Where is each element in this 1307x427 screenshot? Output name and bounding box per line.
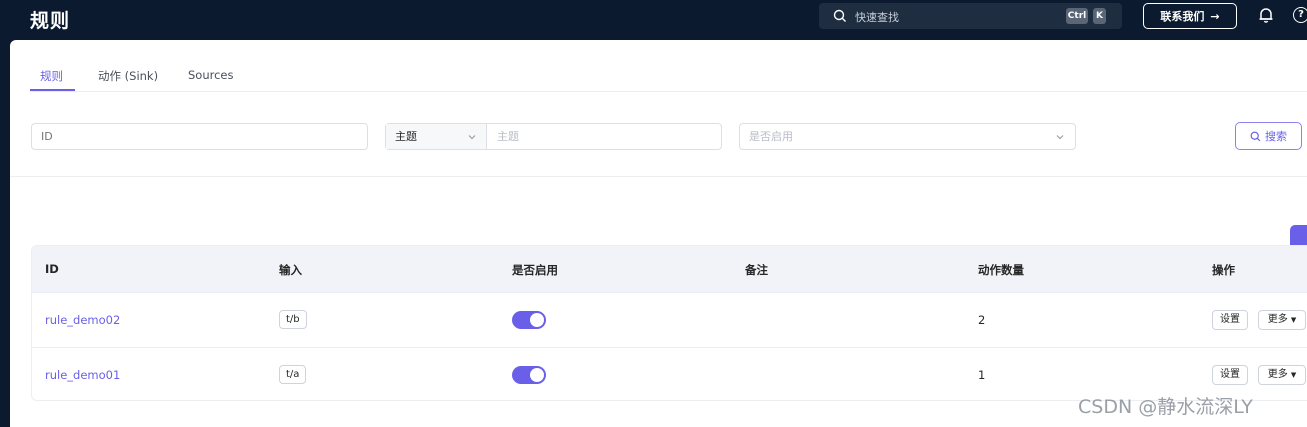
tab-bar: 规则 动作 (Sink) Sources: [30, 66, 1307, 92]
global-search[interactable]: 快速查找 Ctrl K: [819, 3, 1122, 29]
search-icon: [833, 9, 846, 22]
column-header-note: 备注: [745, 263, 768, 277]
more-label: 更多: [1267, 369, 1288, 380]
input-topic-tag: t/a: [279, 365, 307, 384]
id-filter-input[interactable]: [31, 123, 368, 150]
shortcut-ctrl-key: Ctrl: [1066, 8, 1088, 24]
search-button-label: 搜索: [1265, 130, 1287, 143]
chevron-down-icon: [1056, 135, 1064, 140]
column-header-operations: 操作: [1212, 263, 1235, 277]
rule-id-link[interactable]: rule_demo02: [45, 313, 120, 327]
table-row: rule_demo02 t/b 2 设置 更多 ▼: [32, 292, 1307, 347]
enabled-toggle[interactable]: [512, 366, 546, 384]
caret-down-icon: ▼: [1290, 371, 1297, 379]
arrow-right-icon: →: [1210, 9, 1220, 23]
toggle-knob: [530, 313, 544, 327]
search-placeholder: 快速查找: [855, 11, 899, 24]
search-button[interactable]: 搜索: [1235, 122, 1302, 150]
tab-rules[interactable]: 规则: [40, 68, 63, 84]
settings-button[interactable]: 设置: [1212, 365, 1248, 385]
main-card: 规则 动作 (Sink) Sources 主题 主题 是否启用 搜索 ID: [10, 40, 1307, 427]
bell-icon[interactable]: [1257, 6, 1275, 24]
help-icon[interactable]: ?: [1293, 7, 1307, 23]
column-header-input: 输入: [279, 263, 302, 277]
contact-us-label: 联系我们: [1160, 10, 1205, 23]
table-header: ID 输入 是否启用 备注 动作数量 操作: [32, 246, 1307, 292]
rules-table: ID 输入 是否启用 备注 动作数量 操作 rule_demo02 t/b 2 …: [31, 245, 1307, 401]
enabled-filter-select[interactable]: 是否启用: [739, 123, 1076, 150]
topic-filter-group: 主题 主题: [385, 123, 722, 150]
caret-down-icon: ▼: [1290, 316, 1297, 324]
shortcut-k-key: K: [1093, 8, 1106, 24]
action-count-cell: 1: [978, 368, 986, 382]
enabled-toggle[interactable]: [512, 311, 546, 329]
input-topic-tag: t/b: [279, 310, 307, 329]
active-tab-indicator: [30, 89, 75, 91]
more-label: 更多: [1267, 314, 1288, 325]
column-header-enabled: 是否启用: [512, 263, 558, 277]
settings-button[interactable]: 设置: [1212, 310, 1248, 330]
watermark-text: CSDN @静水流深LY: [1078, 396, 1253, 418]
topic-filter-input[interactable]: 主题: [497, 124, 519, 149]
enabled-select-placeholder: 是否启用: [749, 130, 793, 143]
tab-sources[interactable]: Sources: [188, 68, 234, 82]
section-divider: [10, 176, 1307, 177]
topic-select-value: 主题: [395, 130, 417, 143]
rule-id-link[interactable]: rule_demo01: [45, 368, 120, 382]
toggle-knob: [530, 368, 544, 382]
top-bar: 规则 快速查找 Ctrl K 联系我们 → ?: [0, 0, 1307, 40]
tab-actions-sink[interactable]: 动作 (Sink): [98, 68, 158, 84]
column-header-action-count: 动作数量: [978, 263, 1024, 277]
more-dropdown-button[interactable]: 更多 ▼: [1258, 365, 1306, 385]
chevron-down-icon: [468, 135, 476, 140]
contact-us-button[interactable]: 联系我们 →: [1143, 3, 1237, 29]
topic-select[interactable]: 主题: [386, 124, 487, 149]
more-dropdown-button[interactable]: 更多 ▼: [1258, 310, 1306, 330]
search-icon: [1250, 131, 1261, 141]
page-title: 规则: [30, 10, 71, 32]
column-header-id: ID: [45, 262, 59, 276]
action-count-cell: 2: [978, 313, 986, 327]
